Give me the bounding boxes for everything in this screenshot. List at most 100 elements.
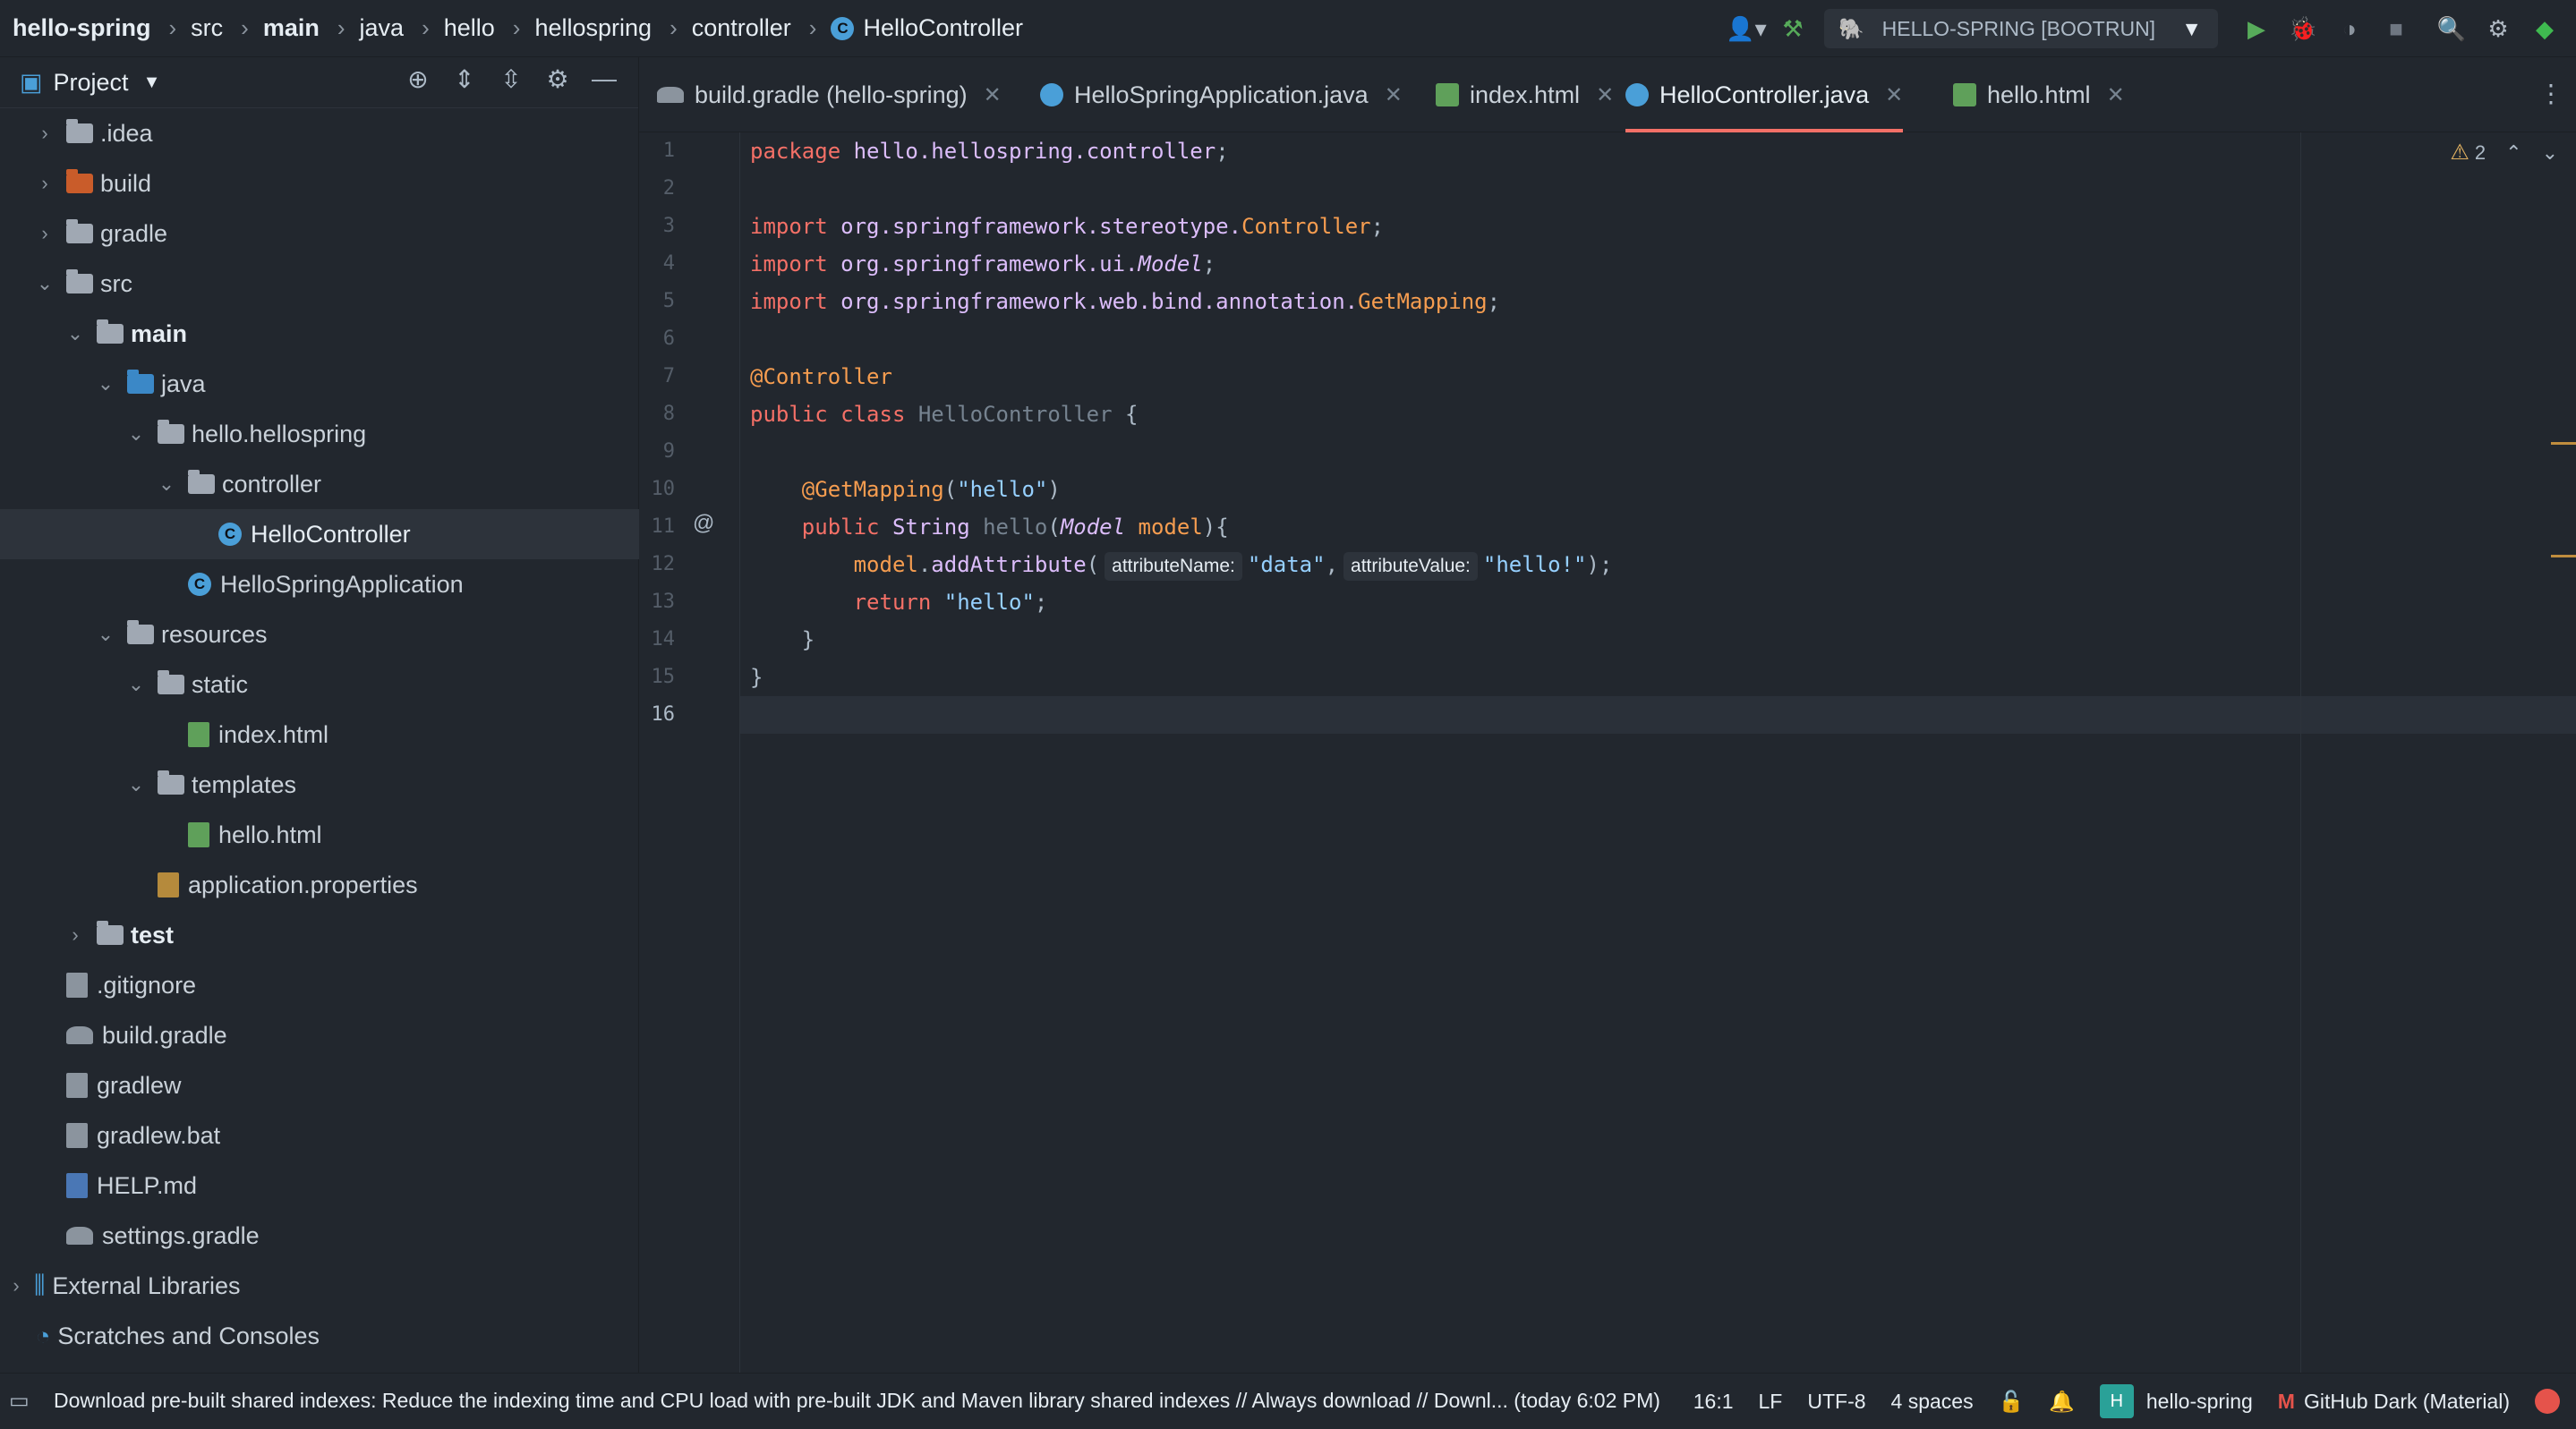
lock-icon[interactable]: 🔓 xyxy=(1999,1390,2025,1414)
tree-item-hello-hellospring[interactable]: ⌄ hello.hellospring xyxy=(0,409,639,459)
chevron-right-icon[interactable]: › xyxy=(32,122,57,145)
tree-item-hellocontroller[interactable]: C HelloController xyxy=(0,509,639,559)
chevron-down-icon[interactable]: ⌄ xyxy=(124,673,149,696)
close-icon[interactable]: ✕ xyxy=(2107,82,2125,108)
more-tabs-icon[interactable]: ⋮ xyxy=(2538,79,2563,108)
scrollbar-warning-mark[interactable] xyxy=(2551,442,2576,445)
close-icon[interactable]: ✕ xyxy=(1885,82,1903,108)
chevron-down-icon[interactable]: ⌄ xyxy=(124,773,149,796)
tree-item-scratches[interactable]: ◔ Scratches and Consoles xyxy=(0,1311,639,1361)
stop-icon[interactable]: ■ xyxy=(2376,8,2417,49)
close-icon[interactable]: ✕ xyxy=(1596,82,1614,108)
tree-item-static[interactable]: ⌄ static xyxy=(0,659,639,710)
line-number: 1 xyxy=(662,140,675,162)
request-mapping-marker-icon[interactable]: @ xyxy=(693,511,714,536)
project-panel-title[interactable]: Project xyxy=(54,69,129,97)
tree-item-build[interactable]: › build xyxy=(0,158,639,208)
debug-icon[interactable]: 🐞 xyxy=(2282,8,2324,49)
tree-item-resources[interactable]: ⌄ resources xyxy=(0,609,639,659)
inspection-widget[interactable]: ⚠ 2 ⌃ ⌄ xyxy=(2450,140,2558,166)
chevron-right-icon[interactable]: › xyxy=(63,923,88,947)
tab-hello-html[interactable]: hello.html ✕ xyxy=(1953,57,2125,132)
tab-label: index.html xyxy=(1470,81,1581,108)
tree-item-help-md[interactable]: HELP.md xyxy=(0,1161,639,1211)
tree-item-java[interactable]: ⌄ java xyxy=(0,359,639,409)
caret-position[interactable]: 16:1 xyxy=(1693,1390,1734,1414)
gear-icon[interactable]: ⚙ xyxy=(534,64,581,94)
chevron-down-icon[interactable]: ⌄ xyxy=(93,623,118,646)
breadcrumb-main[interactable]: main xyxy=(263,14,320,42)
tab-hellocontroller[interactable]: HelloController.java ✕ xyxy=(1625,57,1904,132)
tab-index-html[interactable]: index.html ✕ xyxy=(1436,57,1614,132)
project-widget[interactable]: H hello-spring xyxy=(2099,1384,2253,1418)
line-ending[interactable]: LF xyxy=(1759,1390,1783,1414)
chevron-down-icon[interactable]: ⌄ xyxy=(32,272,57,295)
panel-toggle-icon[interactable]: ▭ xyxy=(9,1388,30,1414)
minimize-icon[interactable]: — xyxy=(581,64,627,94)
breadcrumb-src[interactable]: src xyxy=(191,14,223,42)
scrollbar-warning-mark[interactable] xyxy=(2551,555,2576,557)
breadcrumb-java[interactable]: java xyxy=(360,14,405,42)
status-message[interactable]: Download pre-built shared indexes: Reduc… xyxy=(54,1389,1660,1413)
breadcrumb: hello-spring › src › main › java › hello… xyxy=(0,14,1023,42)
locate-icon[interactable]: ⊕ xyxy=(395,64,441,94)
chevron-up-icon[interactable]: ⌃ xyxy=(2505,141,2521,165)
source-root-folder-icon xyxy=(127,370,154,394)
file-encoding[interactable]: UTF-8 xyxy=(1807,1390,1865,1414)
tree-item-application-properties[interactable]: application.properties xyxy=(0,860,639,910)
tree-item-gradle[interactable]: › gradle xyxy=(0,208,639,259)
bell-icon[interactable]: 🔔 xyxy=(2049,1390,2075,1414)
indent-setting[interactable]: 4 spaces xyxy=(1891,1390,1974,1414)
code-line-11: public String hello(Model model){ xyxy=(801,515,1229,540)
breadcrumb-project[interactable]: hello-spring xyxy=(13,14,151,42)
tree-item-hello-html[interactable]: hello.html xyxy=(0,810,639,860)
coverage-icon[interactable]: ◑ xyxy=(2329,8,2370,49)
tree-item-gradlew-bat[interactable]: gradlew.bat xyxy=(0,1110,639,1161)
tree-item-gradlew[interactable]: gradlew xyxy=(0,1060,639,1110)
tree-item-src[interactable]: ⌄ src xyxy=(0,259,639,309)
tree-item-gitignore[interactable]: .gitignore xyxy=(0,960,639,1010)
chevron-right-icon[interactable]: › xyxy=(4,1274,29,1297)
chevron-right-icon[interactable]: › xyxy=(32,222,57,245)
search-icon[interactable]: 🔍 xyxy=(2431,8,2472,49)
tree-item-hellospringapplication[interactable]: C HelloSpringApplication xyxy=(0,559,639,609)
close-icon[interactable]: ✕ xyxy=(1385,82,1403,108)
tab-build-gradle[interactable]: build.gradle (hello-spring) ✕ xyxy=(657,57,1002,132)
ide-error-indicator-icon[interactable] xyxy=(2535,1389,2560,1414)
chevron-down-icon[interactable]: ⌄ xyxy=(154,472,179,496)
tree-item-test[interactable]: › test xyxy=(0,910,639,960)
tree-item-label: java xyxy=(161,370,206,397)
user-icon[interactable]: 👤▾ xyxy=(1726,8,1767,49)
tree-item-index-html[interactable]: index.html xyxy=(0,710,639,760)
build-hammer-icon[interactable]: ⚒ xyxy=(1772,8,1813,49)
chevron-down-icon[interactable]: ▼ xyxy=(143,72,161,93)
tree-item-settings-gradle[interactable]: settings.gradle xyxy=(0,1211,639,1261)
run-config-select[interactable]: 🐘 HELLO-SPRING [BOOTRUN] ▼ xyxy=(1824,9,2218,48)
tree-item-controller[interactable]: ⌄ controller xyxy=(0,459,639,509)
breadcrumb-hello[interactable]: hello xyxy=(444,14,495,42)
theme-widget[interactable]: M GitHub Dark (Material) xyxy=(2278,1390,2510,1414)
folder-icon xyxy=(66,119,93,143)
tree-item-templates[interactable]: ⌄ templates xyxy=(0,760,639,810)
collapse-all-icon[interactable]: ⇳ xyxy=(488,64,534,94)
chevron-down-icon[interactable]: ⌄ xyxy=(93,372,118,396)
tab-hellospringapplication[interactable]: HelloSpringApplication.java ✕ xyxy=(1040,57,1403,132)
chevron-down-icon: ▼ xyxy=(2181,16,2202,40)
expand-all-icon[interactable]: ⇕ xyxy=(441,64,488,94)
jetbrains-logo-icon[interactable]: ◆ xyxy=(2524,8,2565,49)
tree-item-idea[interactable]: › .idea xyxy=(0,108,639,158)
breadcrumb-hellocontroller[interactable]: C HelloController xyxy=(831,14,1023,42)
close-icon[interactable]: ✕ xyxy=(984,82,1002,108)
tree-item-main[interactable]: ⌄ main xyxy=(0,309,639,359)
chevron-down-icon[interactable]: ⌄ xyxy=(124,422,149,446)
tree-item-build-gradle[interactable]: build.gradle xyxy=(0,1010,639,1060)
tree-item-external-libraries[interactable]: › ⫼ External Libraries xyxy=(0,1261,639,1311)
breadcrumb-hellospring[interactable]: hellospring xyxy=(534,14,652,42)
chevron-down-icon[interactable]: ⌄ xyxy=(2542,141,2558,165)
code-editor[interactable]: 1 2 3 4 5 6 7 8 9 10 11 12 13 14 15 16 @… xyxy=(639,132,2576,1373)
gear-icon[interactable]: ⚙ xyxy=(2478,8,2519,49)
run-icon[interactable]: ▶ xyxy=(2236,8,2277,49)
chevron-right-icon[interactable]: › xyxy=(32,172,57,195)
breadcrumb-controller[interactable]: controller xyxy=(692,14,791,42)
chevron-down-icon[interactable]: ⌄ xyxy=(63,322,88,345)
